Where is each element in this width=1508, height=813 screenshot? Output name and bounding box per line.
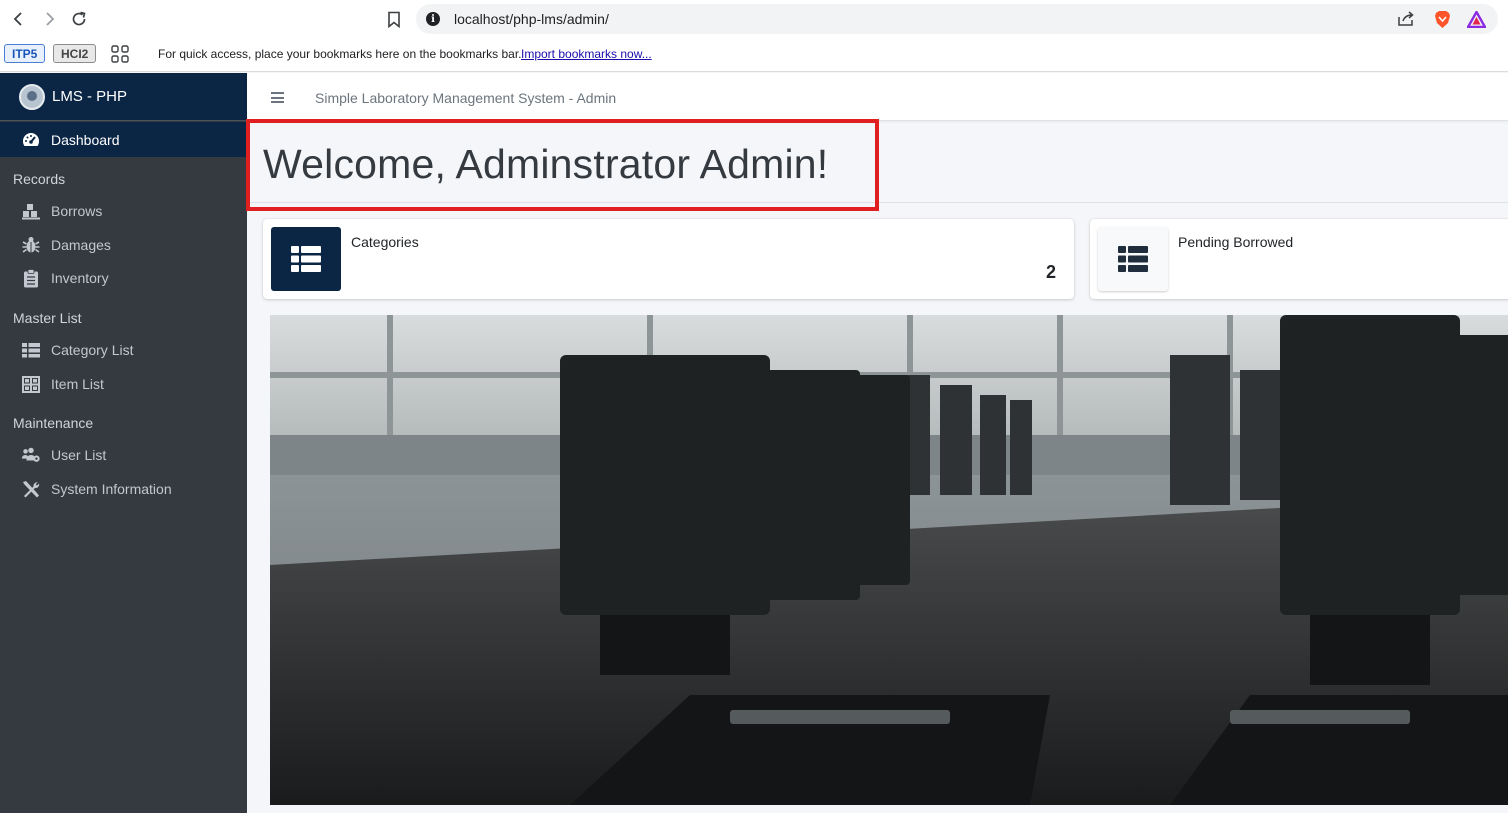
sidebar-item-label: Damages: [51, 237, 111, 253]
dolly-boxes-icon: [21, 201, 41, 221]
bookmark-hci2[interactable]: HCI2: [53, 44, 97, 63]
info-box-icon: [1098, 227, 1168, 291]
sidebar-item-dashboard[interactable]: Dashboard: [0, 122, 247, 157]
triangle-rewards-icon: [1466, 10, 1486, 28]
reload-icon: [72, 11, 86, 26]
sidebar-item-label: Item List: [51, 376, 104, 392]
info-box-pending-borrowed[interactable]: Pending Borrowed: [1090, 219, 1508, 299]
brave-lion-icon: [1434, 10, 1450, 28]
url-text: localhost/php-lms/admin/: [454, 11, 609, 27]
info-box-number: 2: [1045, 262, 1056, 282]
nav-header-master-list: Master List: [13, 310, 82, 326]
brand-link[interactable]: LMS - PHP: [0, 73, 247, 121]
main-header: Simple Laboratory Management System - Ad…: [247, 73, 1508, 121]
sidebar-item-label: Dashboard: [51, 131, 120, 148]
info-box-icon: [271, 227, 341, 291]
address-bar[interactable]: i localhost/php-lms/admin/: [416, 4, 1498, 34]
sidebar-item-item-list[interactable]: Item List: [0, 368, 247, 400]
share-icon: [1398, 11, 1414, 26]
sidebar-item-borrows[interactable]: Borrows: [0, 195, 247, 227]
sidebar-item-inventory[interactable]: Inventory: [0, 262, 247, 294]
forward-button[interactable]: [37, 7, 61, 31]
brave-shields-button[interactable]: [1432, 10, 1452, 28]
sidebar-item-user-list[interactable]: User List: [0, 439, 247, 471]
bookmark-page-button[interactable]: [382, 7, 406, 31]
sidebar-item-label: Category List: [51, 342, 134, 358]
chevron-right-icon: [46, 12, 55, 26]
sidebar: LMS - PHP Dashboard Records Borrows Dama…: [0, 73, 247, 813]
highlight-box: [246, 119, 879, 211]
bug-icon: [21, 235, 41, 255]
sidebar-item-category-list[interactable]: Category List: [0, 334, 247, 366]
back-button[interactable]: [7, 7, 31, 31]
sidebar-item-label: System Information: [51, 481, 172, 497]
nav-header-records: Records: [13, 171, 66, 187]
tools-icon: [21, 479, 41, 499]
computer-lab-photo: [270, 315, 1508, 805]
menu-toggle-button[interactable]: [271, 92, 284, 103]
th-list-icon: [21, 340, 41, 360]
users-cog-icon: [21, 445, 41, 465]
th-list-icon: [291, 246, 321, 272]
brand-text: LMS - PHP: [52, 88, 128, 105]
brave-rewards-button[interactable]: [1466, 10, 1486, 28]
bookmarks-bar: ITP5 HCI2 For quick access, place your b…: [0, 38, 1508, 72]
bookmark-icon: [388, 11, 400, 28]
chevron-left-icon: [13, 12, 22, 26]
sidebar-item-damages[interactable]: Damages: [0, 229, 247, 261]
sidebar-item-system-information[interactable]: System Information: [0, 473, 247, 505]
tachometer-icon: [21, 130, 41, 150]
sidebar-item-label: User List: [51, 447, 107, 463]
reload-button[interactable]: [67, 7, 91, 31]
bars-icon: [271, 92, 284, 94]
clipboard-list-icon: [21, 268, 41, 288]
th-large-icon: [21, 374, 41, 394]
nav-header-maintenance: Maintenance: [13, 415, 94, 431]
site-info-icon[interactable]: i: [426, 12, 440, 26]
browser-toolbar: i localhost/php-lms/admin/: [0, 0, 1508, 38]
info-box-categories[interactable]: Categories 2: [263, 219, 1074, 299]
th-list-icon: [1118, 246, 1148, 272]
import-bookmarks-link[interactable]: Import bookmarks now...: [521, 47, 652, 61]
system-title: Simple Laboratory Management System - Ad…: [315, 90, 617, 106]
apps-grid-icon[interactable]: [111, 45, 129, 63]
share-button[interactable]: [1396, 10, 1416, 28]
info-box-label: Categories: [351, 234, 419, 250]
brand-logo: [19, 83, 45, 110]
bookmarks-hint: For quick access, place your bookmarks h…: [158, 47, 522, 61]
info-box-label: Pending Borrowed: [1178, 234, 1294, 250]
bookmark-itp5[interactable]: ITP5: [4, 44, 46, 63]
sidebar-item-label: Borrows: [51, 203, 103, 219]
sidebar-item-label: Inventory: [51, 270, 109, 286]
